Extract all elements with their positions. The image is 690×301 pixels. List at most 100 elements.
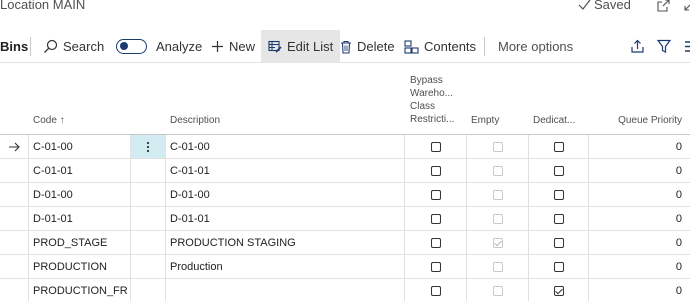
- queue-priority-cell[interactable]: 0: [589, 255, 690, 278]
- code-cell[interactable]: C-01-00: [29, 135, 131, 158]
- description-cell[interactable]: [166, 279, 405, 301]
- more-options-button[interactable]: More options: [498, 30, 573, 63]
- bypass-checkbox[interactable]: [430, 189, 441, 200]
- search-button[interactable]: Search: [43, 30, 104, 63]
- search-icon: [44, 39, 58, 53]
- bypass-checkbox[interactable]: [430, 165, 441, 176]
- bypass-header-line: Restricti...: [410, 114, 455, 125]
- dedicated-cell[interactable]: [529, 255, 589, 278]
- bypass-checkbox[interactable]: [430, 261, 441, 272]
- dedicated-checkbox[interactable]: [553, 165, 564, 176]
- empty-checkbox: [492, 213, 503, 224]
- contents-icon: [404, 39, 419, 54]
- queue-priority-cell[interactable]: 0: [589, 207, 690, 230]
- checkmark-icon: [578, 0, 591, 10]
- dedicated-cell[interactable]: [529, 207, 589, 230]
- bypass-cell[interactable]: [405, 207, 467, 230]
- empty-cell: [467, 279, 529, 301]
- description-cell[interactable]: C-01-00: [166, 135, 405, 158]
- saved-label: Saved: [594, 0, 631, 12]
- row-selector[interactable]: [0, 207, 29, 230]
- description-cell[interactable]: C-01-01: [166, 159, 405, 182]
- row-actions-menu[interactable]: [131, 279, 166, 301]
- bypass-checkbox[interactable]: [430, 213, 441, 224]
- empty-checkbox: [492, 261, 503, 272]
- table-row[interactable]: PROD_STAGE PRODUCTION STAGING 0: [0, 231, 690, 255]
- delete-label: Delete: [357, 39, 395, 54]
- code-cell[interactable]: D-01-00: [29, 183, 131, 206]
- description-cell[interactable]: D-01-01: [166, 207, 405, 230]
- row-selector[interactable]: [0, 183, 29, 206]
- bypass-checkbox[interactable]: [430, 237, 441, 248]
- dedicated-cell[interactable]: [529, 135, 589, 158]
- delete-button[interactable]: Delete: [340, 30, 395, 63]
- row-selector[interactable]: [0, 255, 29, 278]
- toggle-switch[interactable]: [116, 39, 147, 54]
- contents-label: Contents: [424, 39, 477, 54]
- description-cell[interactable]: Production: [166, 255, 405, 278]
- dedicated-cell[interactable]: [529, 183, 589, 206]
- row-actions-menu[interactable]: [131, 207, 166, 230]
- row-selector[interactable]: [0, 279, 29, 301]
- bypass-cell[interactable]: [405, 255, 467, 278]
- row-actions-menu[interactable]: [131, 231, 166, 254]
- table-row[interactable]: PRODUCTION Production 0: [0, 255, 690, 279]
- page-title: Location MAIN: [0, 0, 86, 12]
- dedicated-cell[interactable]: [529, 159, 589, 182]
- queue-priority-cell[interactable]: 0: [589, 231, 690, 254]
- dedicated-cell[interactable]: [529, 231, 589, 254]
- row-actions-menu[interactable]: [131, 135, 166, 158]
- edit-list-label: Edit List: [287, 39, 334, 54]
- row-actions-menu[interactable]: [131, 183, 166, 206]
- queue-priority-cell[interactable]: 0: [589, 159, 690, 182]
- queue-priority-cell[interactable]: 0: [589, 135, 690, 158]
- queue-priority-cell[interactable]: 0: [589, 183, 690, 206]
- code-header-label: Code: [33, 115, 57, 126]
- table-row[interactable]: C-01-00 C-01-00 0: [0, 135, 690, 159]
- row-actions-menu[interactable]: [131, 159, 166, 182]
- dedicated-checkbox[interactable]: [553, 189, 564, 200]
- table-row[interactable]: C-01-01 C-01-01 0: [0, 159, 690, 183]
- code-cell[interactable]: PRODUCTION_FR: [29, 279, 131, 301]
- dedicated-checkbox[interactable]: [553, 237, 564, 248]
- bypass-cell[interactable]: [405, 159, 467, 182]
- row-selector[interactable]: [0, 159, 29, 182]
- dedicated-checkbox[interactable]: [553, 213, 564, 224]
- collapse-icon[interactable]: [682, 1, 690, 13]
- dedicated-checkbox[interactable]: [553, 261, 564, 272]
- row-actions-menu[interactable]: [131, 255, 166, 278]
- dedicated-checkbox[interactable]: [553, 141, 564, 152]
- edit-list-button[interactable]: Edit List: [261, 30, 341, 63]
- description-cell[interactable]: PRODUCTION STAGING: [166, 231, 405, 254]
- open-in-new-window-icon[interactable]: [657, 0, 670, 12]
- bypass-cell[interactable]: [405, 279, 467, 301]
- bypass-cell[interactable]: [405, 135, 467, 158]
- dedicated-checkbox[interactable]: [553, 285, 564, 296]
- row-selector[interactable]: [0, 231, 29, 254]
- bypass-cell[interactable]: [405, 231, 467, 254]
- code-cell[interactable]: D-01-01: [29, 207, 131, 230]
- empty-cell: [467, 207, 529, 230]
- code-cell[interactable]: PROD_STAGE: [29, 231, 131, 254]
- bypass-checkbox[interactable]: [430, 285, 441, 296]
- bypass-header-line: Bypass: [410, 75, 443, 86]
- bypass-cell[interactable]: [405, 183, 467, 206]
- queue-priority-cell[interactable]: 0: [589, 279, 690, 301]
- code-cell[interactable]: C-01-01: [29, 159, 131, 182]
- trash-icon: [341, 40, 351, 54]
- filter-icon[interactable]: [657, 39, 671, 54]
- code-cell[interactable]: PRODUCTION: [29, 255, 131, 278]
- contents-button[interactable]: Contents: [404, 30, 476, 63]
- table-row[interactable]: D-01-01 D-01-01 0: [0, 207, 690, 231]
- new-button[interactable]: New: [211, 30, 255, 63]
- analyze-toggle[interactable]: Analyze: [116, 30, 202, 63]
- row-selector[interactable]: [0, 135, 29, 158]
- share-icon[interactable]: [630, 39, 645, 54]
- bypass-checkbox[interactable]: [430, 141, 441, 152]
- table-row[interactable]: D-01-00 D-01-00 0: [0, 183, 690, 207]
- empty-cell: [467, 255, 529, 278]
- list-view-icon[interactable]: [684, 40, 690, 53]
- table-row[interactable]: PRODUCTION_FR 0: [0, 279, 690, 301]
- dedicated-cell[interactable]: [529, 279, 589, 301]
- description-cell[interactable]: D-01-00: [166, 183, 405, 206]
